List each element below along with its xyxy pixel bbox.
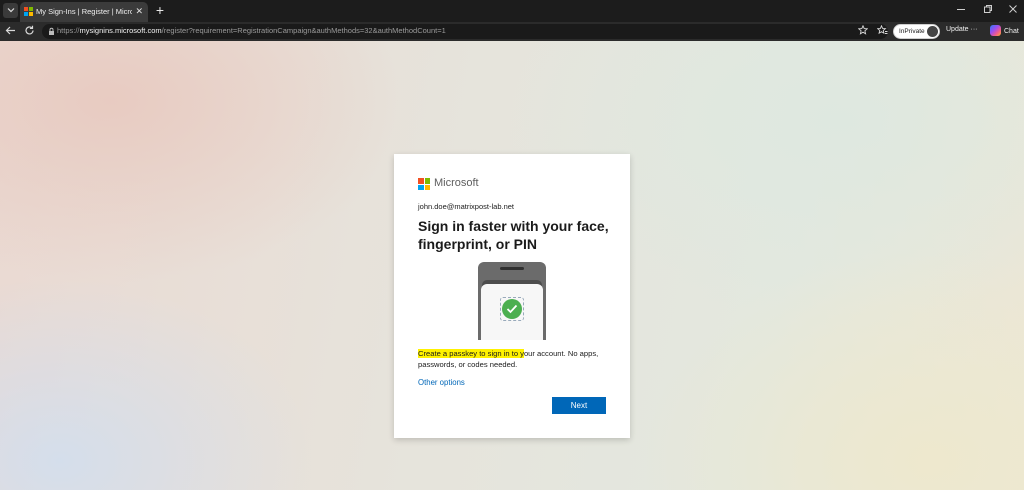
url-text: https://mysignins.microsoft.com/register…	[57, 26, 446, 35]
inprivate-badge[interactable]: InPrivate	[893, 24, 940, 39]
copilot-icon	[990, 25, 1001, 36]
microsoft-logo-icon	[418, 178, 430, 190]
microsoft-favicon-icon	[24, 7, 33, 16]
plus-icon: +	[155, 2, 165, 18]
minimize-icon	[957, 9, 965, 10]
refresh-icon	[25, 25, 34, 35]
update-label: Update ···	[946, 26, 978, 33]
tab-actions-menu-button[interactable]	[3, 3, 18, 18]
next-button[interactable]: Next	[552, 397, 606, 414]
tab-title: My Sign-Ins | Register | Microsoft	[36, 7, 132, 16]
passkey-description: Create a passkey to sign in to your acco…	[418, 348, 614, 370]
checkmark-icon	[502, 299, 522, 319]
update-button[interactable]: Update ···	[946, 26, 978, 33]
refresh-button[interactable]	[23, 25, 36, 38]
tab-strip: My Sign-Ins | Register | Microsoft ✕ +	[0, 0, 1024, 22]
brand-name: Microsoft	[434, 177, 479, 189]
address-bar[interactable]: https://mysignins.microsoft.com/register…	[42, 24, 888, 39]
close-window-button[interactable]	[1007, 4, 1019, 16]
chevron-down-icon	[7, 8, 14, 13]
passkey-registration-card: Microsoft john.doe@matrixpost-lab.net Si…	[394, 154, 630, 438]
account-email: john.doe@matrixpost-lab.net	[418, 202, 514, 211]
star-icon	[857, 24, 868, 35]
inprivate-label: InPrivate	[899, 28, 925, 35]
avatar	[927, 26, 938, 37]
site-info-icon[interactable]	[47, 27, 56, 36]
favorites-icon	[876, 24, 888, 35]
add-favorite-button[interactable]	[856, 24, 869, 38]
chat-label: Chat	[1004, 28, 1019, 35]
back-button[interactable]	[4, 25, 17, 38]
back-arrow-icon	[5, 26, 15, 35]
close-tab-icon[interactable]: ✕	[135, 6, 143, 17]
other-options-link[interactable]: Other options	[418, 378, 465, 387]
page-title: Sign in faster with your face, fingerpri…	[418, 218, 609, 252]
passkey-phone-illustration	[478, 262, 546, 340]
phone-speaker	[500, 267, 524, 270]
copilot-chat-button[interactable]: Chat	[990, 25, 1019, 36]
favorites-button[interactable]	[876, 24, 889, 38]
close-icon	[1009, 5, 1017, 13]
phone-front-icon	[481, 284, 543, 340]
page-viewport: Microsoft john.doe@matrixpost-lab.net Si…	[0, 41, 1024, 490]
minimize-window-button[interactable]	[955, 4, 967, 16]
active-tab[interactable]: My Sign-Ins | Register | Microsoft ✕	[20, 2, 148, 22]
highlighted-text: Create a passkey to sign in to y	[418, 349, 524, 358]
restore-icon	[984, 5, 992, 13]
new-tab-button[interactable]: +	[153, 2, 167, 18]
browser-toolbar: https://mysignins.microsoft.com/register…	[0, 22, 1024, 41]
restore-window-button[interactable]	[982, 4, 994, 16]
